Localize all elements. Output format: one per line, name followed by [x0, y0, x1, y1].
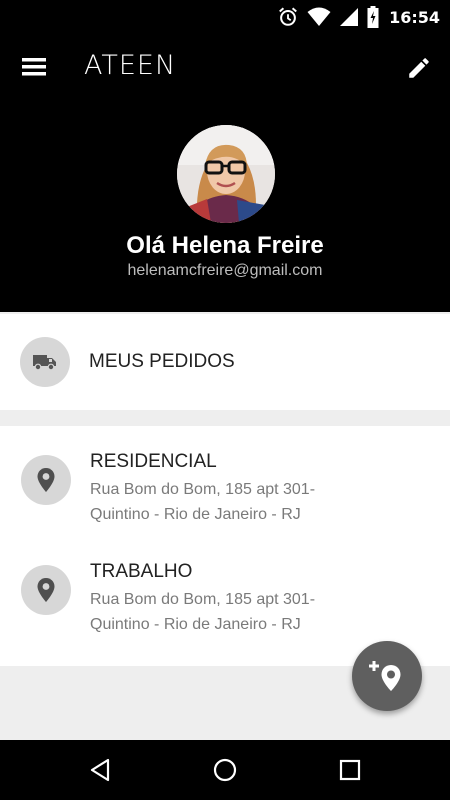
- location-pin-icon: [37, 578, 55, 602]
- greeting: Olá Helena Freire: [126, 232, 324, 259]
- my-orders-item[interactable]: MEUS PEDIDOS: [0, 314, 450, 410]
- add-address-button[interactable]: [352, 641, 422, 711]
- truck-icon: [33, 355, 56, 371]
- address-item-trabalho[interactable]: TRABALHO Rua Bom do Bom, 185 apt 301- Qu…: [0, 536, 450, 636]
- wifi-icon: [307, 7, 331, 26]
- hamburger-menu-icon: [22, 58, 46, 76]
- addresses-list: RESIDENCIAL Rua Bom do Bom, 185 apt 301-…: [0, 426, 450, 666]
- recents-button[interactable]: [336, 756, 364, 784]
- status-bar: 16:54: [0, 0, 450, 34]
- system-nav-bar: [0, 740, 450, 800]
- address-icon-circle: [21, 455, 71, 505]
- address-item-residencial[interactable]: RESIDENCIAL Rua Bom do Bom, 185 apt 301-…: [0, 426, 450, 526]
- back-button[interactable]: [87, 756, 115, 784]
- status-time: 16:54: [389, 7, 440, 27]
- location-pin-icon: [37, 468, 55, 492]
- address-title: TRABALHO: [90, 561, 193, 582]
- menu-button[interactable]: [20, 52, 50, 82]
- back-icon: [90, 758, 110, 782]
- orders-icon-circle: [20, 337, 70, 387]
- edit-profile-button[interactable]: [406, 55, 432, 81]
- battery-icon: [367, 6, 379, 28]
- status-icons: 16:54: [277, 5, 440, 29]
- address-title: RESIDENCIAL: [90, 451, 217, 472]
- avatar-photo: [177, 125, 275, 223]
- address-line-1: Rua Bom do Bom, 185 apt 301-: [90, 481, 316, 498]
- pencil-icon: [409, 58, 429, 78]
- avatar[interactable]: [177, 125, 275, 223]
- add-location-icon: [369, 661, 401, 691]
- home-button[interactable]: [211, 756, 239, 784]
- profile-header: Olá Helena Freire helenamcfreire@gmail.c…: [0, 98, 450, 312]
- alarm-icon: [279, 7, 297, 26]
- user-email: helenamcfreire@gmail.com: [127, 262, 323, 279]
- app-bar: ATEEN: [0, 34, 450, 98]
- recents-icon: [339, 759, 361, 781]
- address-line-2: Quintino - Rio de Janeiro - RJ: [90, 506, 301, 523]
- home-icon: [213, 758, 237, 782]
- app-logo: ATEEN: [84, 50, 177, 81]
- address-line-2: Quintino - Rio de Janeiro - RJ: [90, 616, 301, 633]
- address-line-1: Rua Bom do Bom, 185 apt 301-: [90, 591, 316, 608]
- address-icon-circle: [21, 565, 71, 615]
- signal-icon: [340, 8, 359, 26]
- my-orders-label: MEUS PEDIDOS: [89, 351, 235, 372]
